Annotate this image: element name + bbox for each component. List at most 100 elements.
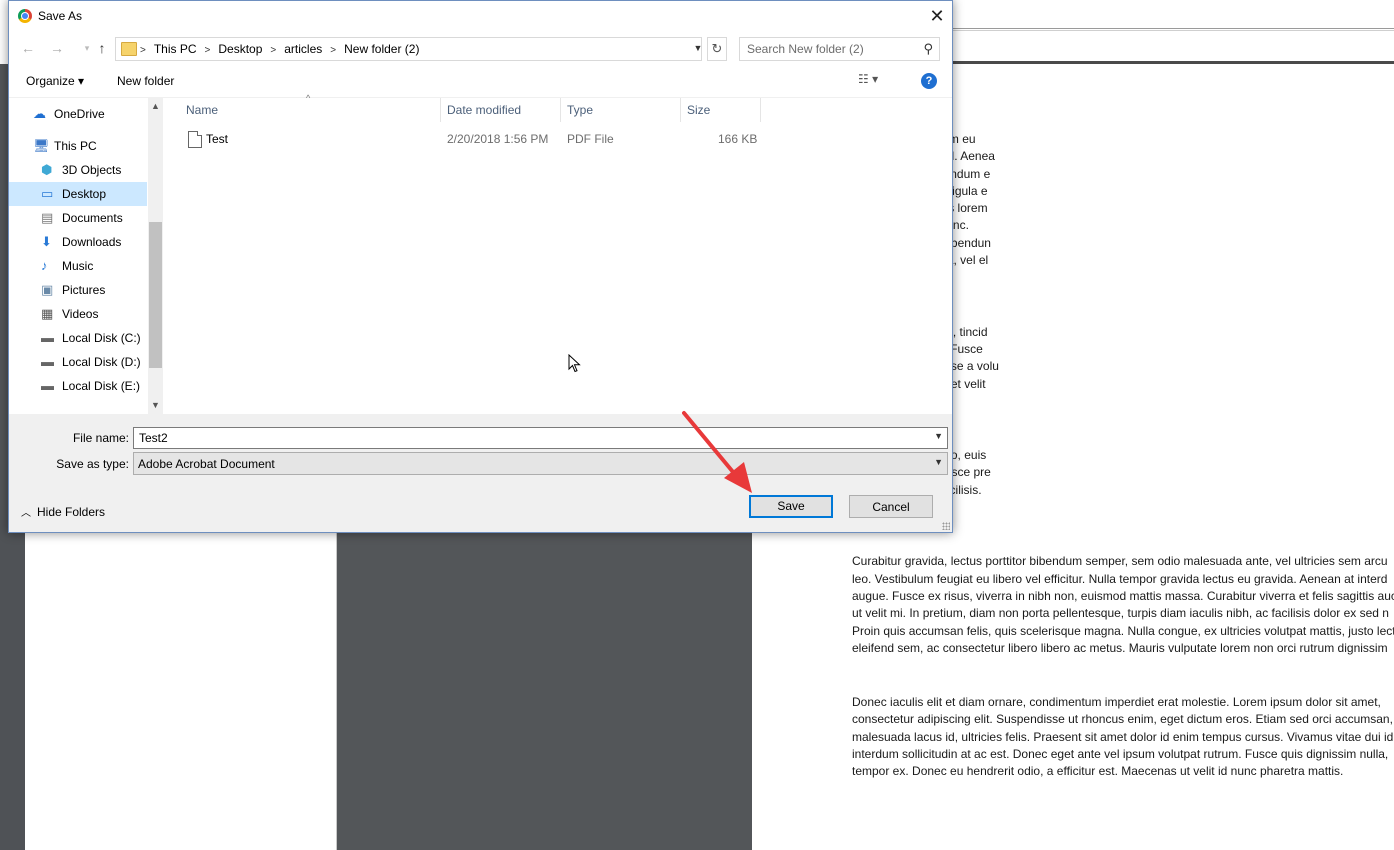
sidebar-item-label: Documents (62, 211, 123, 225)
chevron-down-icon[interactable]: ▼ (934, 431, 943, 441)
onedrive-icon: ☁ (33, 106, 46, 121)
3d-objects-icon: ⬢ (41, 162, 53, 177)
file-name-value: Test2 (139, 431, 168, 445)
breadcrumb-articles[interactable]: articles (284, 42, 322, 56)
sidebar-item-3d-objects[interactable]: ⬢ 3D Objects (9, 158, 147, 182)
search-input[interactable]: Search New folder (2) ⚲ (739, 37, 940, 61)
sidebar-item-label: Videos (62, 307, 99, 321)
search-icon: ⚲ (923, 41, 933, 56)
dialog-titlebar: Save As ✕ (9, 1, 952, 32)
mouse-cursor-icon (568, 354, 581, 373)
save-options-panel: File name: Test2 ▼ Save as type: Adobe A… (9, 414, 952, 532)
pictures-icon: ▣ (41, 282, 54, 297)
navigation-pane: ▲ ▼ ☁ OneDrive 🖥 This PC ⬢ 3D Objects ▭ Desktop… (9, 98, 163, 414)
column-header-date[interactable]: Date modified (441, 98, 561, 122)
forward-arrow-icon[interactable]: → (47, 38, 67, 58)
breadcrumb-sep-icon: > (270, 45, 277, 56)
pdf-file-icon (188, 131, 202, 148)
file-size: 166 KB (718, 132, 758, 146)
refresh-icon[interactable]: ↻ (707, 37, 727, 61)
document-paragraph: Donec iaculis elit et diam ornare, condi… (852, 694, 1394, 780)
scroll-up-icon[interactable]: ▲ (148, 101, 163, 111)
document-line: eleifend sem, ac consectetur libero libe… (852, 640, 1388, 655)
view-options-icon[interactable]: ☷ ▾ (858, 72, 878, 86)
hide-folders-toggle[interactable]: ︿ Hide Folders (21, 504, 105, 519)
sidebar-item-label: Desktop (62, 187, 107, 201)
sidebar-item-label: Local Disk (E:) (62, 379, 141, 393)
sidebar-item-onedrive[interactable]: ☁ OneDrive (9, 102, 147, 126)
up-arrow-icon[interactable]: ↑ (92, 38, 112, 58)
save-as-dialog: Save As ✕ ← → ▾ ↑ > This PC > Desktop > artic… (8, 0, 953, 533)
sidebar-item-label: Downloads (62, 235, 122, 249)
viewer-thumbnail-panel (25, 520, 337, 850)
column-header-name[interactable]: Name (180, 98, 441, 122)
breadcrumb-sep-icon: > (140, 45, 146, 56)
new-folder-button[interactable]: New folder (117, 74, 174, 88)
navigation-bar: ← → ▾ ↑ > This PC > Desktop > articles > New fo… (9, 32, 952, 64)
file-name: Test (206, 132, 229, 146)
organize-button[interactable]: Organize ▾ (26, 74, 84, 88)
file-type: PDF File (567, 132, 614, 146)
desktop-icon: ▭ (41, 186, 54, 201)
sidebar-item-label: 3D Objects (62, 163, 122, 177)
document-line: consectetur adipiscing elit. Suspendisse… (852, 712, 1393, 727)
column-header-type[interactable]: Type (561, 98, 681, 122)
dialog-title: Save As (38, 9, 83, 23)
breadcrumb-this-pc[interactable]: This PC (154, 42, 197, 56)
document-line: augue. Fusce ex risus, viverra in nibh n… (852, 588, 1394, 603)
file-name-input[interactable]: Test2 ▼ (133, 427, 948, 449)
sidebar-item-documents[interactable]: ▤ Documents (9, 206, 147, 230)
save-button[interactable]: Save (749, 495, 833, 518)
breadcrumb-sep-icon: > (330, 45, 337, 56)
documents-icon: ▤ (41, 210, 54, 225)
document-line: tempor ex. Donec eu hendrerit odio, a ef… (852, 764, 1344, 779)
nav-scrollbar[interactable]: ▲ ▼ (148, 98, 163, 414)
chrome-icon (18, 9, 32, 23)
sidebar-item-music[interactable]: ♪ Music (9, 254, 147, 278)
close-icon[interactable]: ✕ (922, 1, 952, 32)
sidebar-item-desktop[interactable]: ▭ Desktop (9, 182, 147, 206)
file-date: 2/20/2018 1:56 PM (447, 132, 549, 146)
back-arrow-icon[interactable]: ← (18, 38, 38, 58)
sidebar-item-label: Pictures (62, 283, 106, 297)
folder-icon (121, 42, 137, 56)
divider (952, 28, 1394, 29)
sidebar-item-label: OneDrive (54, 107, 105, 121)
browser-address-area (952, 30, 1394, 62)
address-bar[interactable]: > This PC > Desktop > articles > New folder (2) (115, 37, 702, 61)
file-row[interactable]: Test 2/20/2018 1:56 PM PDF File 166 KB (164, 128, 952, 150)
help-icon[interactable]: ? (921, 73, 937, 89)
sidebar-item-videos[interactable]: ▦ Videos (9, 302, 147, 326)
breadcrumb-new-folder[interactable]: New folder (2) (344, 42, 419, 56)
document-line: malesuada lacus id, ultricies felis. Pra… (852, 729, 1394, 744)
search-placeholder: Search New folder (2) (747, 42, 864, 56)
sidebar-item-label: Local Disk (C:) (62, 331, 141, 345)
this-pc-icon: 🖥 (33, 138, 50, 153)
document-line: Proin quis accumsan felis, quis sceleris… (852, 623, 1394, 638)
drive-d-icon: ▬ (41, 354, 54, 369)
chevron-down-icon[interactable]: ▼ (934, 457, 943, 467)
sidebar-item-local-disk-e[interactable]: ▬ Local Disk (E:) (9, 374, 147, 398)
sidebar-item-this-pc[interactable]: 🖥 This PC (9, 134, 147, 158)
sidebar-item-downloads[interactable]: ⬇ Downloads (9, 230, 147, 254)
file-name-label: File name: (72, 431, 129, 445)
sidebar-item-pictures[interactable]: ▣ Pictures (9, 278, 147, 302)
scrollbar-thumb[interactable] (149, 222, 162, 368)
address-dropdown-icon[interactable]: ▼ (690, 37, 706, 59)
sidebar-item-local-disk-d[interactable]: ▬ Local Disk (D:) (9, 350, 147, 374)
save-type-value: Adobe Acrobat Document (138, 457, 275, 471)
sidebar-item-label: Music (62, 259, 94, 273)
document-line: ut velit mi. In pretium, diam non porta … (852, 606, 1389, 621)
column-header-size[interactable]: Size (681, 98, 761, 122)
file-list: ^ Name Date modified Type Size Test 2/20… (164, 93, 952, 414)
document-line: Donec iaculis elit et diam ornare, condi… (852, 695, 1381, 710)
scroll-down-icon[interactable]: ▼ (148, 400, 163, 410)
document-line: leo. Vestibulum feugiat eu libero vel ef… (852, 571, 1388, 586)
document-line: Curabitur gravida, lectus porttitor bibe… (852, 554, 1388, 569)
resize-grip-icon[interactable] (942, 522, 950, 530)
save-type-select[interactable]: Adobe Acrobat Document ▼ (133, 452, 948, 475)
music-icon: ♪ (41, 258, 48, 273)
cancel-button[interactable]: Cancel (849, 495, 933, 518)
sidebar-item-local-disk-c[interactable]: ▬ Local Disk (C:) (9, 326, 147, 350)
breadcrumb-desktop[interactable]: Desktop (218, 42, 262, 56)
